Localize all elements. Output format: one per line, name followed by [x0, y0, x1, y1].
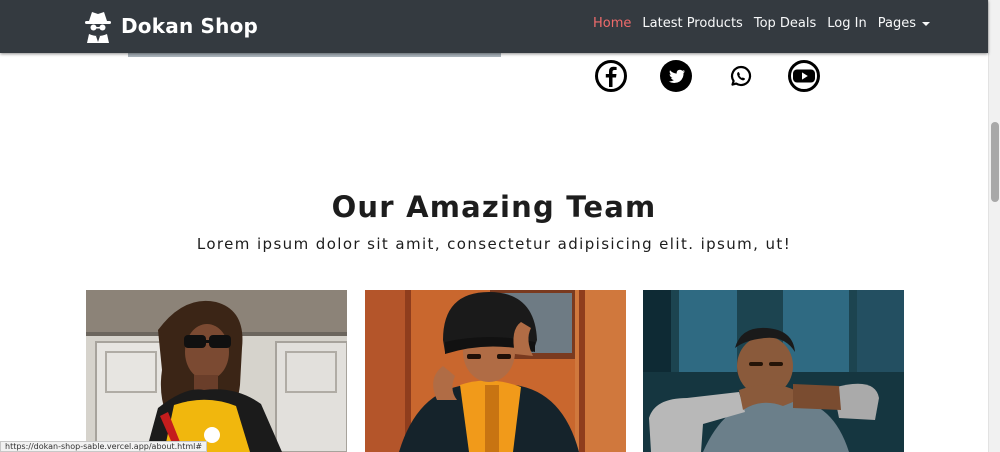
team-section-title: Our Amazing Team — [331, 190, 657, 224]
youtube-icon[interactable] — [788, 60, 820, 92]
page: Dokan Shop Home Latest Products Top Deal… — [0, 0, 1000, 452]
whatsapp-icon[interactable] — [725, 60, 757, 92]
link-status-bar: https://dokan-shop-sable.vercel.app/abou… — [0, 441, 208, 452]
nav-link-pages-label: Pages — [877, 16, 916, 31]
nav-link-home[interactable]: Home — [593, 16, 631, 31]
team-member-card-3[interactable] — [643, 290, 904, 452]
navbar: Dokan Shop Home Latest Products Top Deal… — [0, 0, 988, 53]
nav-link-log-in[interactable]: Log In — [827, 16, 866, 31]
twitter-icon[interactable] — [660, 60, 692, 92]
chevron-down-icon — [921, 21, 930, 26]
team-member-photo-1 — [86, 290, 347, 452]
facebook-icon[interactable] — [595, 60, 627, 92]
nav-link-latest-products[interactable]: Latest Products — [642, 16, 742, 31]
team-section-subtitle: Lorem ipsum dolor sit amit, consectetur … — [196, 235, 792, 253]
nav-link-top-deals[interactable]: Top Deals — [754, 16, 816, 31]
brand[interactable]: Dokan Shop — [84, 6, 258, 46]
team-member-photo-3 — [643, 290, 904, 452]
team-member-card-2[interactable] — [365, 290, 626, 452]
team-member-card-1[interactable] — [86, 290, 347, 452]
nav-link-pages-dropdown[interactable]: Pages — [878, 16, 930, 31]
team-member-photo-2 — [365, 290, 626, 452]
scrollbar-thumb[interactable] — [991, 122, 999, 202]
social-links — [595, 60, 835, 92]
page-scrollbar[interactable] — [988, 0, 1000, 452]
previous-section-image — [128, 53, 501, 57]
nav-links: Home Latest Products Top Deals Log In Pa… — [593, 16, 941, 31]
brand-name: Dokan Shop — [121, 14, 259, 38]
spy-logo-icon — [85, 12, 111, 43]
